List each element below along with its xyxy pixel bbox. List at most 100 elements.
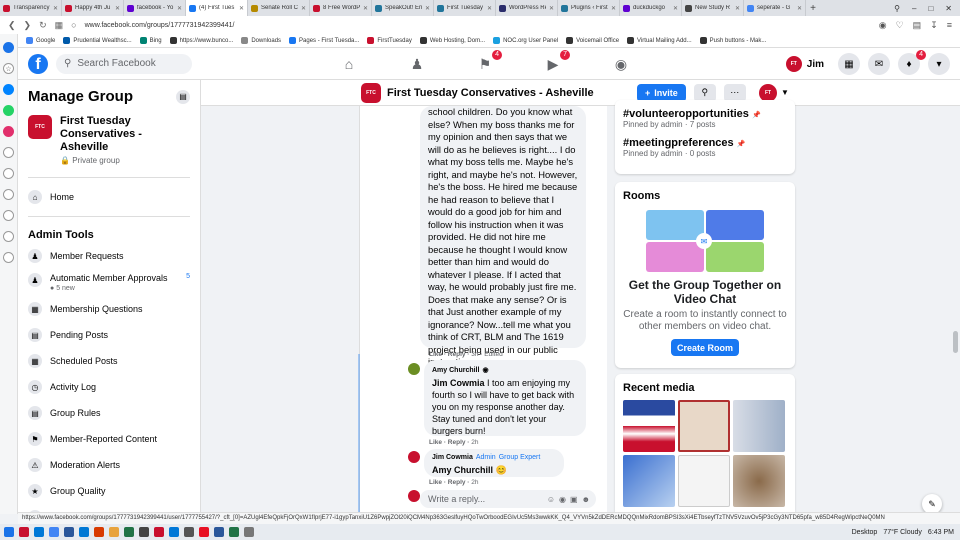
messenger-icon[interactable]: ✉	[868, 53, 890, 75]
sidebar-item-questions[interactable]: ▦ Membership Questions	[18, 296, 200, 322]
scrollbar-thumb[interactable]	[953, 331, 958, 353]
mention-link[interactable]: Amy Churchill	[432, 465, 493, 475]
start-icon[interactable]	[4, 527, 14, 537]
excel-icon[interactable]	[124, 527, 134, 537]
player-icon[interactable]	[3, 147, 14, 158]
instagram-icon[interactable]	[3, 126, 14, 137]
desktop-label[interactable]: Desktop	[852, 529, 878, 536]
emoji-icon[interactable]: ☺	[547, 495, 555, 504]
chrome-icon[interactable]	[49, 527, 59, 537]
bookmark-item[interactable]: Prudential Wealthsc...	[63, 37, 132, 44]
mention-link[interactable]: Jim Cowmia	[432, 378, 485, 388]
app-icon[interactable]	[169, 527, 179, 537]
app-icon[interactable]	[214, 527, 224, 537]
friends-nav-icon[interactable]: ♟	[406, 53, 428, 75]
bookmark-item[interactable]: Pages - First Tuesda...	[289, 37, 359, 44]
reply-link[interactable]: Reply	[448, 439, 466, 446]
browser-tab[interactable]: Happy 4th Ju ✕	[62, 0, 124, 16]
close-icon[interactable]: ✕	[797, 5, 802, 12]
like-link[interactable]: Like	[429, 479, 442, 486]
sidebar-item-approvals[interactable]: ♟ Automatic Member Approvals ● 5 new 5	[18, 269, 200, 296]
maximize-icon[interactable]: □	[928, 4, 933, 13]
bookmark-item[interactable]: Push buttons - Mak...	[699, 37, 766, 44]
bookmark-item[interactable]: Web Hosting, Dom...	[419, 37, 485, 44]
bulb-icon[interactable]	[3, 252, 14, 263]
url-field[interactable]: www.facebook.com/groups/1777731942399441…	[85, 22, 871, 29]
browser-tab[interactable]: facebook - Yo ✕	[124, 0, 186, 16]
reload-icon[interactable]: ↻	[39, 20, 47, 31]
send-icon[interactable]	[3, 168, 14, 179]
media-thumbnail[interactable]	[678, 400, 730, 452]
close-icon[interactable]: ✕	[115, 5, 120, 12]
bookmark-item[interactable]: https://www.bunco...	[169, 37, 233, 44]
opera-icon[interactable]	[19, 527, 29, 537]
favorites-icon[interactable]	[3, 189, 14, 200]
speed-dial-icon[interactable]: ▦	[55, 20, 64, 31]
topic-item[interactable]: #meetingpreferences 📌 Pinned by admin · …	[615, 129, 795, 158]
like-link[interactable]: Like	[429, 439, 442, 446]
browser-tab[interactable]: Plugins ‹ First ✕	[558, 0, 620, 16]
close-icon[interactable]: ✕	[487, 5, 492, 12]
group-summary[interactable]: FTC First Tuesday Conservatives - Ashevi…	[18, 105, 200, 171]
app-icon[interactable]	[154, 527, 164, 537]
search-group-button[interactable]: ⚲	[693, 83, 716, 102]
edge-icon[interactable]	[34, 527, 44, 537]
close-window-icon[interactable]: ✕	[945, 4, 952, 13]
media-thumbnail[interactable]	[678, 455, 730, 507]
powerpoint-icon[interactable]	[94, 527, 104, 537]
download-icon[interactable]: ↧	[930, 20, 938, 31]
sidebar-item-reported-content[interactable]: ⚑ Member-Reported Content	[18, 426, 200, 452]
sidebar-item-pending-posts[interactable]: ▤ Pending Posts	[18, 322, 200, 348]
create-room-button[interactable]: Create Room	[671, 339, 739, 356]
app-icon[interactable]	[139, 527, 149, 537]
clock[interactable]: 6:43 PM	[928, 529, 954, 536]
comment-author[interactable]: Jim Cowmia Admin Group Expert	[432, 452, 556, 464]
search-tabs-icon[interactable]: ⚲	[894, 4, 900, 13]
watch-nav-icon[interactable]: ▶ 7	[542, 50, 570, 75]
browser-tab[interactable]: First Tuesday ✕	[434, 0, 496, 16]
sidebar-item-moderation-alerts[interactable]: ⚠ Moderation Alerts	[18, 452, 200, 478]
groups-nav-icon[interactable]: ⚑ 4	[474, 50, 502, 75]
sidebar-item-settings[interactable]: ⚙Settings	[18, 504, 200, 512]
comment-time[interactable]: 2h	[471, 439, 478, 446]
browser-tab[interactable]: WordPress Re ✕	[496, 0, 558, 16]
scrollbar[interactable]	[951, 106, 960, 512]
bookmark-item[interactable]: NOC.org User Panel	[493, 37, 558, 44]
group-bar-title[interactable]: First Tuesday Conservatives - Asheville	[387, 87, 594, 99]
menu-grid-icon[interactable]: ▦	[838, 53, 860, 75]
avatar[interactable]	[408, 363, 420, 375]
app-icon[interactable]	[184, 527, 194, 537]
media-thumbnail[interactable]	[733, 455, 785, 507]
close-icon[interactable]: ✕	[53, 5, 58, 12]
star-icon[interactable]: ☆	[3, 63, 14, 74]
camera-icon[interactable]: ◉	[879, 20, 887, 31]
heart-icon[interactable]: ♡	[896, 20, 904, 31]
close-icon[interactable]: ✕	[239, 5, 244, 12]
weather-label[interactable]: 77°F Cloudy	[883, 529, 922, 536]
invite-button[interactable]: + Invite	[637, 83, 686, 102]
app-icon[interactable]	[199, 527, 209, 537]
like-link[interactable]: Like	[429, 351, 442, 358]
close-icon[interactable]: ✕	[363, 5, 368, 12]
browser-tab[interactable]: 8 Free WordP ✕	[310, 0, 372, 16]
browser-tab[interactable]: Transparency ✕	[0, 0, 62, 16]
sidebar-item-group-quality[interactable]: ★ Group Quality	[18, 478, 200, 504]
close-icon[interactable]: ✕	[673, 5, 678, 12]
menu-icon[interactable]: ≡	[947, 20, 952, 31]
bookmark-item[interactable]: Bing	[139, 37, 162, 44]
browser-tab[interactable]: New Study R ✕	[682, 0, 744, 16]
close-icon[interactable]: ✕	[735, 5, 740, 12]
close-icon[interactable]: ✕	[549, 5, 554, 12]
extensions-icon[interactable]: ▤	[913, 20, 922, 31]
browser-tab[interactable]: seperate - G ✕	[744, 0, 806, 16]
more-options-button[interactable]: ⋯	[723, 83, 746, 102]
whatsapp-icon[interactable]	[3, 105, 14, 116]
post-as-selector[interactable]: FT ▼	[759, 83, 789, 102]
explorer-icon[interactable]	[109, 527, 119, 537]
facebook-logo[interactable]: f	[28, 53, 48, 74]
bookmark-item[interactable]: FirstTuesday	[367, 37, 412, 44]
close-icon[interactable]: ✕	[425, 5, 430, 12]
reply-input[interactable]: Write a reply... ☺ ◉ ▣ ☻	[420, 490, 596, 508]
bookmark-item[interactable]: Virtual Mailing Add...	[627, 37, 692, 44]
sidebar-item-member-requests[interactable]: ♟ Member Requests	[18, 243, 200, 269]
